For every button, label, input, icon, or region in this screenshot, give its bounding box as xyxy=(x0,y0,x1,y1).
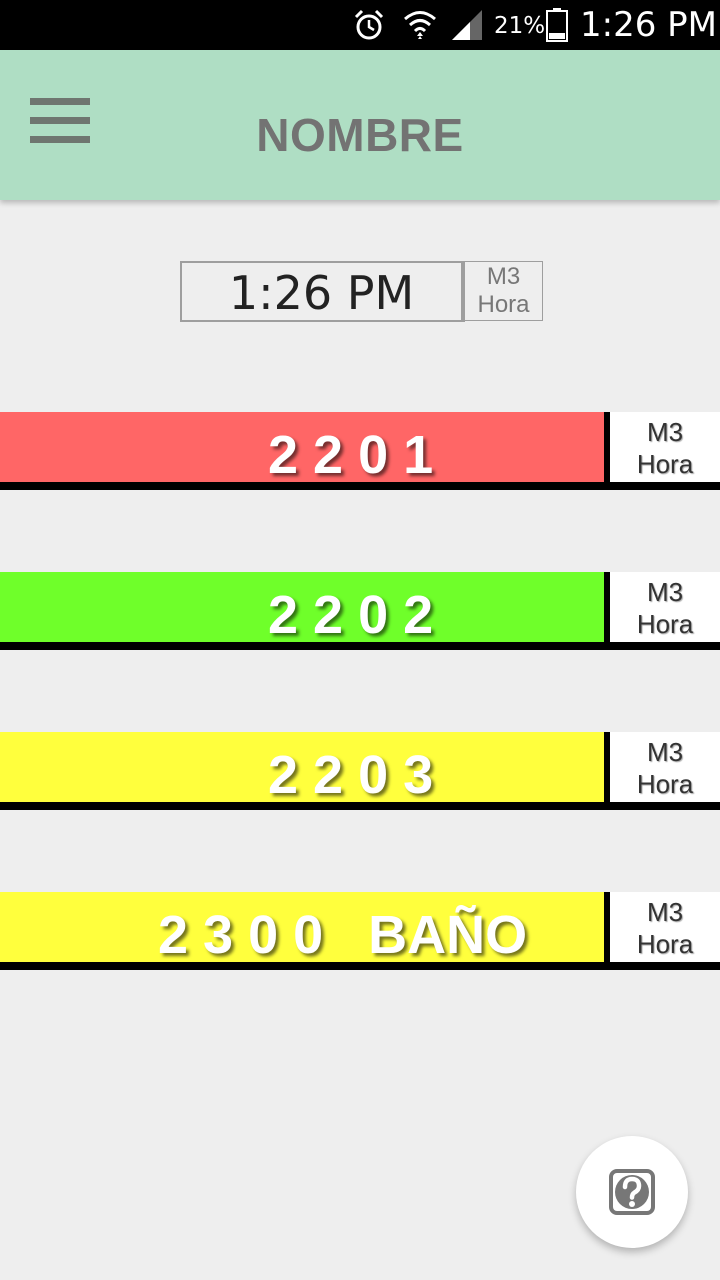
row-label: 2 2 0 2 xyxy=(268,585,434,645)
row-label: 2 2 0 3 xyxy=(268,745,434,805)
signal-icon xyxy=(452,10,482,40)
unit-line-1: M3 xyxy=(646,897,684,927)
meter-row-2201[interactable]: 2 2 0 1 M3 Hora xyxy=(0,412,720,490)
unit-line-2: Hora xyxy=(636,609,694,639)
app-title: NOMBRE xyxy=(256,109,464,161)
row-bottom-border xyxy=(0,802,720,810)
meter-row-2202[interactable]: 2 2 0 2 M3 Hora xyxy=(0,572,720,650)
unit-line-2: Hora xyxy=(636,769,694,799)
row-label: 2 3 0 0 BAÑO xyxy=(158,905,528,965)
meter-row-2300-bano[interactable]: 2 3 0 0 BAÑO M3 Hora xyxy=(0,892,720,970)
unit-line-2: Hora xyxy=(477,291,530,318)
unit-line-2: Hora xyxy=(636,449,694,479)
row-unit-label: M3 Hora xyxy=(610,892,720,962)
unit-line-1: M3 xyxy=(646,577,684,607)
row-bottom-border xyxy=(0,642,720,650)
row-bottom-border xyxy=(0,962,720,970)
unit-line-1: M3 xyxy=(486,263,521,290)
help-button[interactable] xyxy=(576,1136,688,1248)
row-bottom-border xyxy=(0,482,720,490)
battery-icon xyxy=(546,8,568,42)
battery-percent: 21% xyxy=(494,13,546,39)
unit-line-2: Hora xyxy=(636,929,694,959)
unit-line-1: M3 xyxy=(646,417,684,447)
unit-line-1: M3 xyxy=(646,737,684,767)
status-bar: 21% 1:26 PM xyxy=(0,0,720,50)
help-icon xyxy=(609,1169,655,1215)
app-bar: NOMBRE xyxy=(0,50,720,200)
menu-line xyxy=(30,98,90,105)
alarm-icon xyxy=(354,9,384,40)
row-label: 2 2 0 1 xyxy=(268,425,434,485)
row-unit-label: M3 Hora xyxy=(610,572,720,642)
current-time-display: 1:26 PM xyxy=(180,261,465,322)
wifi-icon xyxy=(404,11,436,39)
row-unit-label: M3 Hora xyxy=(610,412,720,482)
time-unit-label: M3 Hora xyxy=(464,261,543,321)
meter-row-2203[interactable]: 2 2 0 3 M3 Hora xyxy=(0,732,720,810)
row-unit-label: M3 Hora xyxy=(610,732,720,802)
status-clock: 1:26 PM xyxy=(580,5,717,45)
